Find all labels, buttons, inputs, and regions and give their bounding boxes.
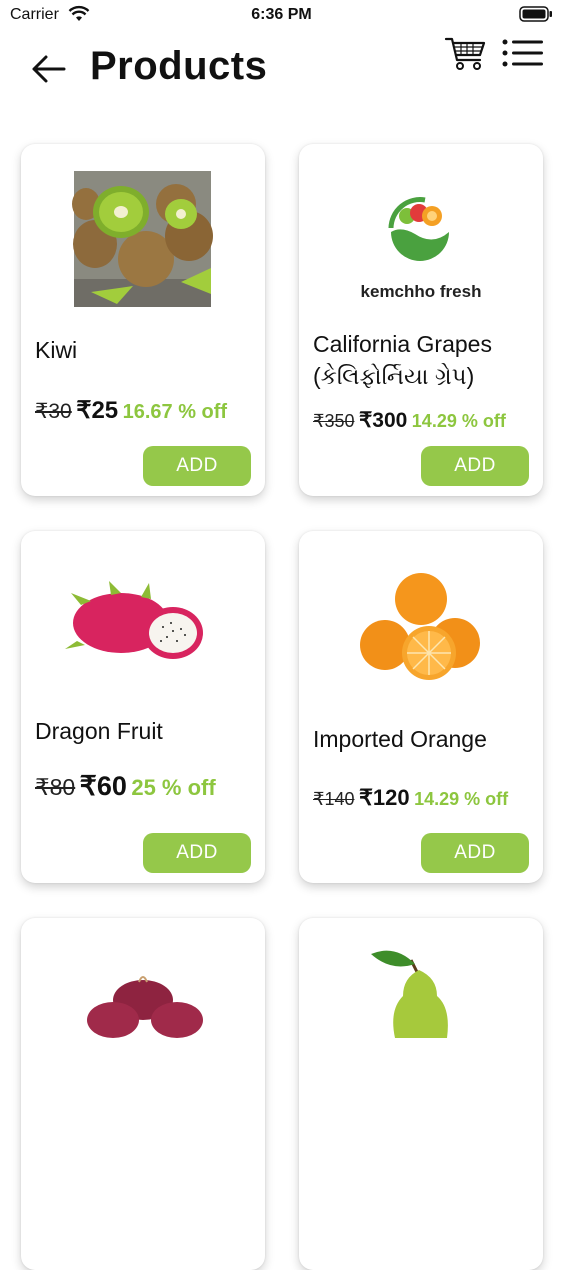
original-price: ₹30: [35, 400, 72, 423]
status-bar: Carrier 6:36 PM: [0, 0, 563, 30]
sale-price: ₹300: [358, 409, 408, 432]
add-button[interactable]: ADD: [143, 446, 251, 486]
product-card-dragon-fruit[interactable]: Dragon Fruit ₹80 ₹60 25 % off ADD: [21, 531, 265, 883]
product-name: Kiwi: [35, 337, 78, 363]
sale-price: ₹25: [76, 397, 119, 424]
sale-price: ₹60: [79, 771, 127, 801]
product-card-imported-orange[interactable]: Imported Orange ₹140 ₹120 14.29 % off AD…: [299, 531, 543, 883]
price-row: ₹140 ₹120 14.29 % off: [313, 785, 508, 811]
cart-icon[interactable]: [444, 36, 486, 72]
add-button[interactable]: ADD: [143, 833, 251, 873]
product-image-oranges: [360, 573, 480, 680]
original-price: ₹350: [313, 411, 355, 431]
product-image-grapes: kemchho fresh: [299, 164, 543, 334]
product-image-dragon-fruit: [65, 581, 203, 659]
product-name: Imported Orange: [313, 726, 487, 752]
discount-label: 14.29 % off: [414, 789, 509, 809]
product-name-line-1: California Grapes: [313, 331, 492, 357]
price-row: ₹350 ₹300 14.29 % off: [313, 408, 506, 433]
discount-label: 25 % off: [131, 775, 216, 800]
add-button[interactable]: ADD: [421, 446, 529, 486]
product-name-line-2: (કેલિફોર્નિયા ગ્રેપ): [313, 363, 475, 389]
list-menu-icon[interactable]: [502, 38, 544, 68]
page-title: Products: [90, 44, 268, 88]
battery-icon: [519, 6, 552, 22]
product-card-kiwi[interactable]: Kiwi ₹30 ₹25 16.67 % off ADD: [21, 144, 265, 496]
sale-price: ₹120: [358, 785, 410, 810]
product-card-pear[interactable]: [299, 918, 543, 1270]
product-image-pear: [371, 950, 448, 1038]
product-image-kiwi: [72, 171, 213, 307]
logo-text: kemchho fresh: [360, 282, 482, 301]
discount-label: 16.67 % off: [122, 401, 228, 423]
product-image-onions: [87, 976, 203, 1038]
original-price: ₹80: [35, 774, 76, 800]
back-arrow-icon[interactable]: [28, 52, 68, 86]
clock: 6:36 PM: [251, 6, 312, 23]
original-price: ₹140: [313, 789, 355, 809]
price-row: ₹80 ₹60 25 % off: [35, 771, 216, 802]
kemchho-fresh-logo-icon: [388, 197, 449, 261]
product-name: Dragon Fruit: [35, 718, 163, 744]
discount-label: 14.29 % off: [411, 411, 506, 431]
product-name: California Grapes (કેલિફોર્નિયા ગ્રેપ): [313, 328, 492, 392]
price-row: ₹30 ₹25 16.67 % off: [35, 396, 227, 425]
product-card-california-grapes[interactable]: kemchho fresh California Grapes (કેલિફોર…: [299, 144, 543, 496]
add-button[interactable]: ADD: [421, 833, 529, 873]
product-card-onion[interactable]: [21, 918, 265, 1270]
